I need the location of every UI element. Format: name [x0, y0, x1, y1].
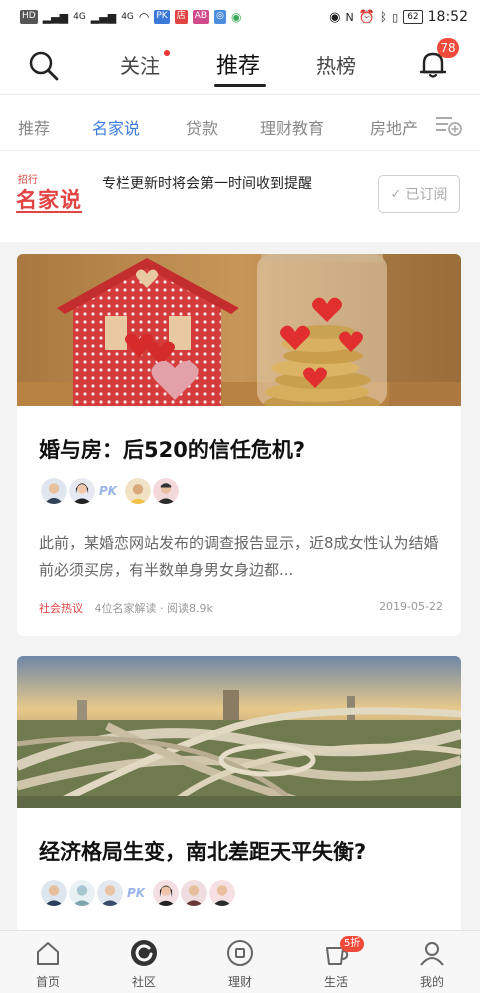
- bottom-tab-life[interactable]: 5折 生活: [288, 931, 384, 993]
- avatar: [67, 878, 97, 908]
- article-card[interactable]: 经济格局生变，南北差距天平失衡? PK: [17, 656, 461, 946]
- nfc-icon: N: [345, 10, 354, 24]
- article-read-info: 4位名家解读 · 阅读8.9k: [94, 602, 213, 615]
- bottom-tab-wealth[interactable]: 理财: [192, 931, 288, 993]
- pk-label: PK: [99, 484, 118, 498]
- article-title: 经济格局生变，南北差距天平失衡?: [39, 840, 367, 864]
- category-edit-button[interactable]: [434, 113, 462, 137]
- alarm-icon: ⏰: [358, 9, 375, 25]
- avatar: [39, 476, 69, 506]
- avatar: [151, 878, 181, 908]
- article-cover-image: [17, 656, 461, 808]
- eye-icon: ◉: [329, 9, 341, 25]
- subscription-description: 专栏更新时将会第一时间收到提醒: [102, 176, 312, 192]
- hd-indicator: HD: [20, 10, 38, 24]
- bottom-tab-label: 生活: [323, 975, 348, 989]
- avatar: [67, 476, 97, 506]
- category-recommend[interactable]: 推荐: [18, 115, 50, 139]
- signal-icon-2: ▂▄▆: [90, 10, 117, 24]
- community-icon: [131, 940, 157, 966]
- category-bar: 推荐 名家说 贷款 理财教育 房地产: [0, 94, 480, 150]
- article-cover-image: [17, 254, 461, 406]
- tab-hot-list[interactable]: 热榜: [316, 50, 356, 79]
- bottom-tab-home[interactable]: 首页: [0, 931, 96, 993]
- notification-badge: 78: [437, 38, 459, 58]
- avatar: [151, 476, 181, 506]
- status-left: HD ▂▄▆ 4G ▂▄▆ 4G ◠ PK 店 AB ◎ ◉: [20, 10, 241, 24]
- bottom-tab-label: 社区: [131, 975, 156, 989]
- article-date: 2019-05-22: [379, 600, 443, 613]
- home-icon: [37, 942, 59, 965]
- search-icon: [29, 51, 59, 81]
- bottom-tab-label: 我的: [419, 975, 444, 989]
- category-real-estate[interactable]: 房地产: [370, 115, 418, 139]
- bottom-tab-me[interactable]: 我的: [384, 931, 480, 993]
- app-notification-icon: AB: [192, 10, 210, 24]
- network-label-2: 4G: [121, 12, 134, 22]
- category-loans[interactable]: 贷款: [186, 115, 218, 139]
- category-finance-education[interactable]: 理财教育: [260, 115, 324, 139]
- logo-underline: [16, 211, 82, 213]
- app-notification-icon: ◉: [230, 10, 242, 24]
- article-summary: 此前，某婚恋网站发布的调查报告显示，近8成女性认为结婚前必须买房，有半数单身男女…: [39, 534, 439, 579]
- battery-indicator: 62: [403, 10, 423, 24]
- column-logo: 招行 名家说: [16, 171, 84, 215]
- category-famous-voices[interactable]: 名家说: [92, 115, 140, 139]
- wealth-icon: [227, 940, 253, 966]
- column-subscription-bar: 招行 名家说 专栏更新时将会第一时间收到提醒 ✓ 已订阅: [0, 150, 480, 242]
- avatar: [207, 878, 237, 908]
- active-tab-indicator: [214, 84, 266, 87]
- tab-recommend[interactable]: 推荐: [216, 48, 260, 80]
- top-nav: 关注 推荐 热榜 78: [0, 34, 480, 94]
- vibrate-icon: ▯: [392, 10, 399, 24]
- bottom-tab-bar: 首页 社区 理财 5折 生活 我的: [0, 930, 480, 993]
- bottom-tab-label: 首页: [35, 975, 60, 989]
- subscribed-label: 已订阅: [405, 187, 448, 203]
- tab-follow[interactable]: 关注: [120, 50, 160, 79]
- signal-icon: ▂▄▆: [42, 10, 69, 24]
- subscribed-button[interactable]: ✓ 已订阅: [378, 175, 460, 213]
- discount-badge: 5折: [340, 936, 365, 952]
- user-icon: [420, 942, 444, 966]
- check-icon: ✓: [390, 186, 402, 202]
- app-notification-icon: 店: [174, 10, 188, 24]
- pk-label: PK: [127, 886, 146, 900]
- clock: 18:52: [427, 9, 468, 25]
- bluetooth-icon: ᛒ: [379, 10, 388, 24]
- list-add-icon: [436, 117, 462, 136]
- network-label: 4G: [73, 12, 86, 22]
- app-notification-icon: ◎: [214, 10, 226, 24]
- avatar: [95, 878, 125, 908]
- wifi-icon: ◠: [138, 10, 150, 24]
- article-meta: 社会热议 4位名家解读 · 阅读8.9k 2019-05-22: [39, 600, 443, 616]
- article-card[interactable]: 婚与房：后520的信任危机? PK 此前，某婚恋网站发布的调查报告显示，近8成女…: [17, 254, 461, 636]
- avatar: [39, 878, 69, 908]
- article-topic-tag[interactable]: 社会热议: [39, 602, 83, 615]
- avatar: [179, 878, 209, 908]
- logo-column-name: 名家说: [16, 188, 82, 212]
- article-title: 婚与房：后520的信任危机?: [39, 438, 306, 462]
- search-button[interactable]: [26, 48, 62, 84]
- app-screen: HD ▂▄▆ 4G ▂▄▆ 4G ◠ PK 店 AB ◎ ◉ ◉ N ⏰ ᛒ ▯…: [0, 0, 480, 993]
- app-notification-icon: PK: [154, 10, 170, 24]
- avatar: [123, 476, 153, 506]
- bottom-tab-community[interactable]: 社区: [96, 931, 192, 993]
- follow-new-dot: [164, 50, 170, 56]
- status-right: ◉ N ⏰ ᛒ ▯ 62 18:52: [329, 9, 468, 25]
- status-bar: HD ▂▄▆ 4G ▂▄▆ 4G ◠ PK 店 AB ◎ ◉ ◉ N ⏰ ᛒ ▯…: [0, 0, 480, 34]
- bottom-tab-label: 理财: [227, 975, 252, 989]
